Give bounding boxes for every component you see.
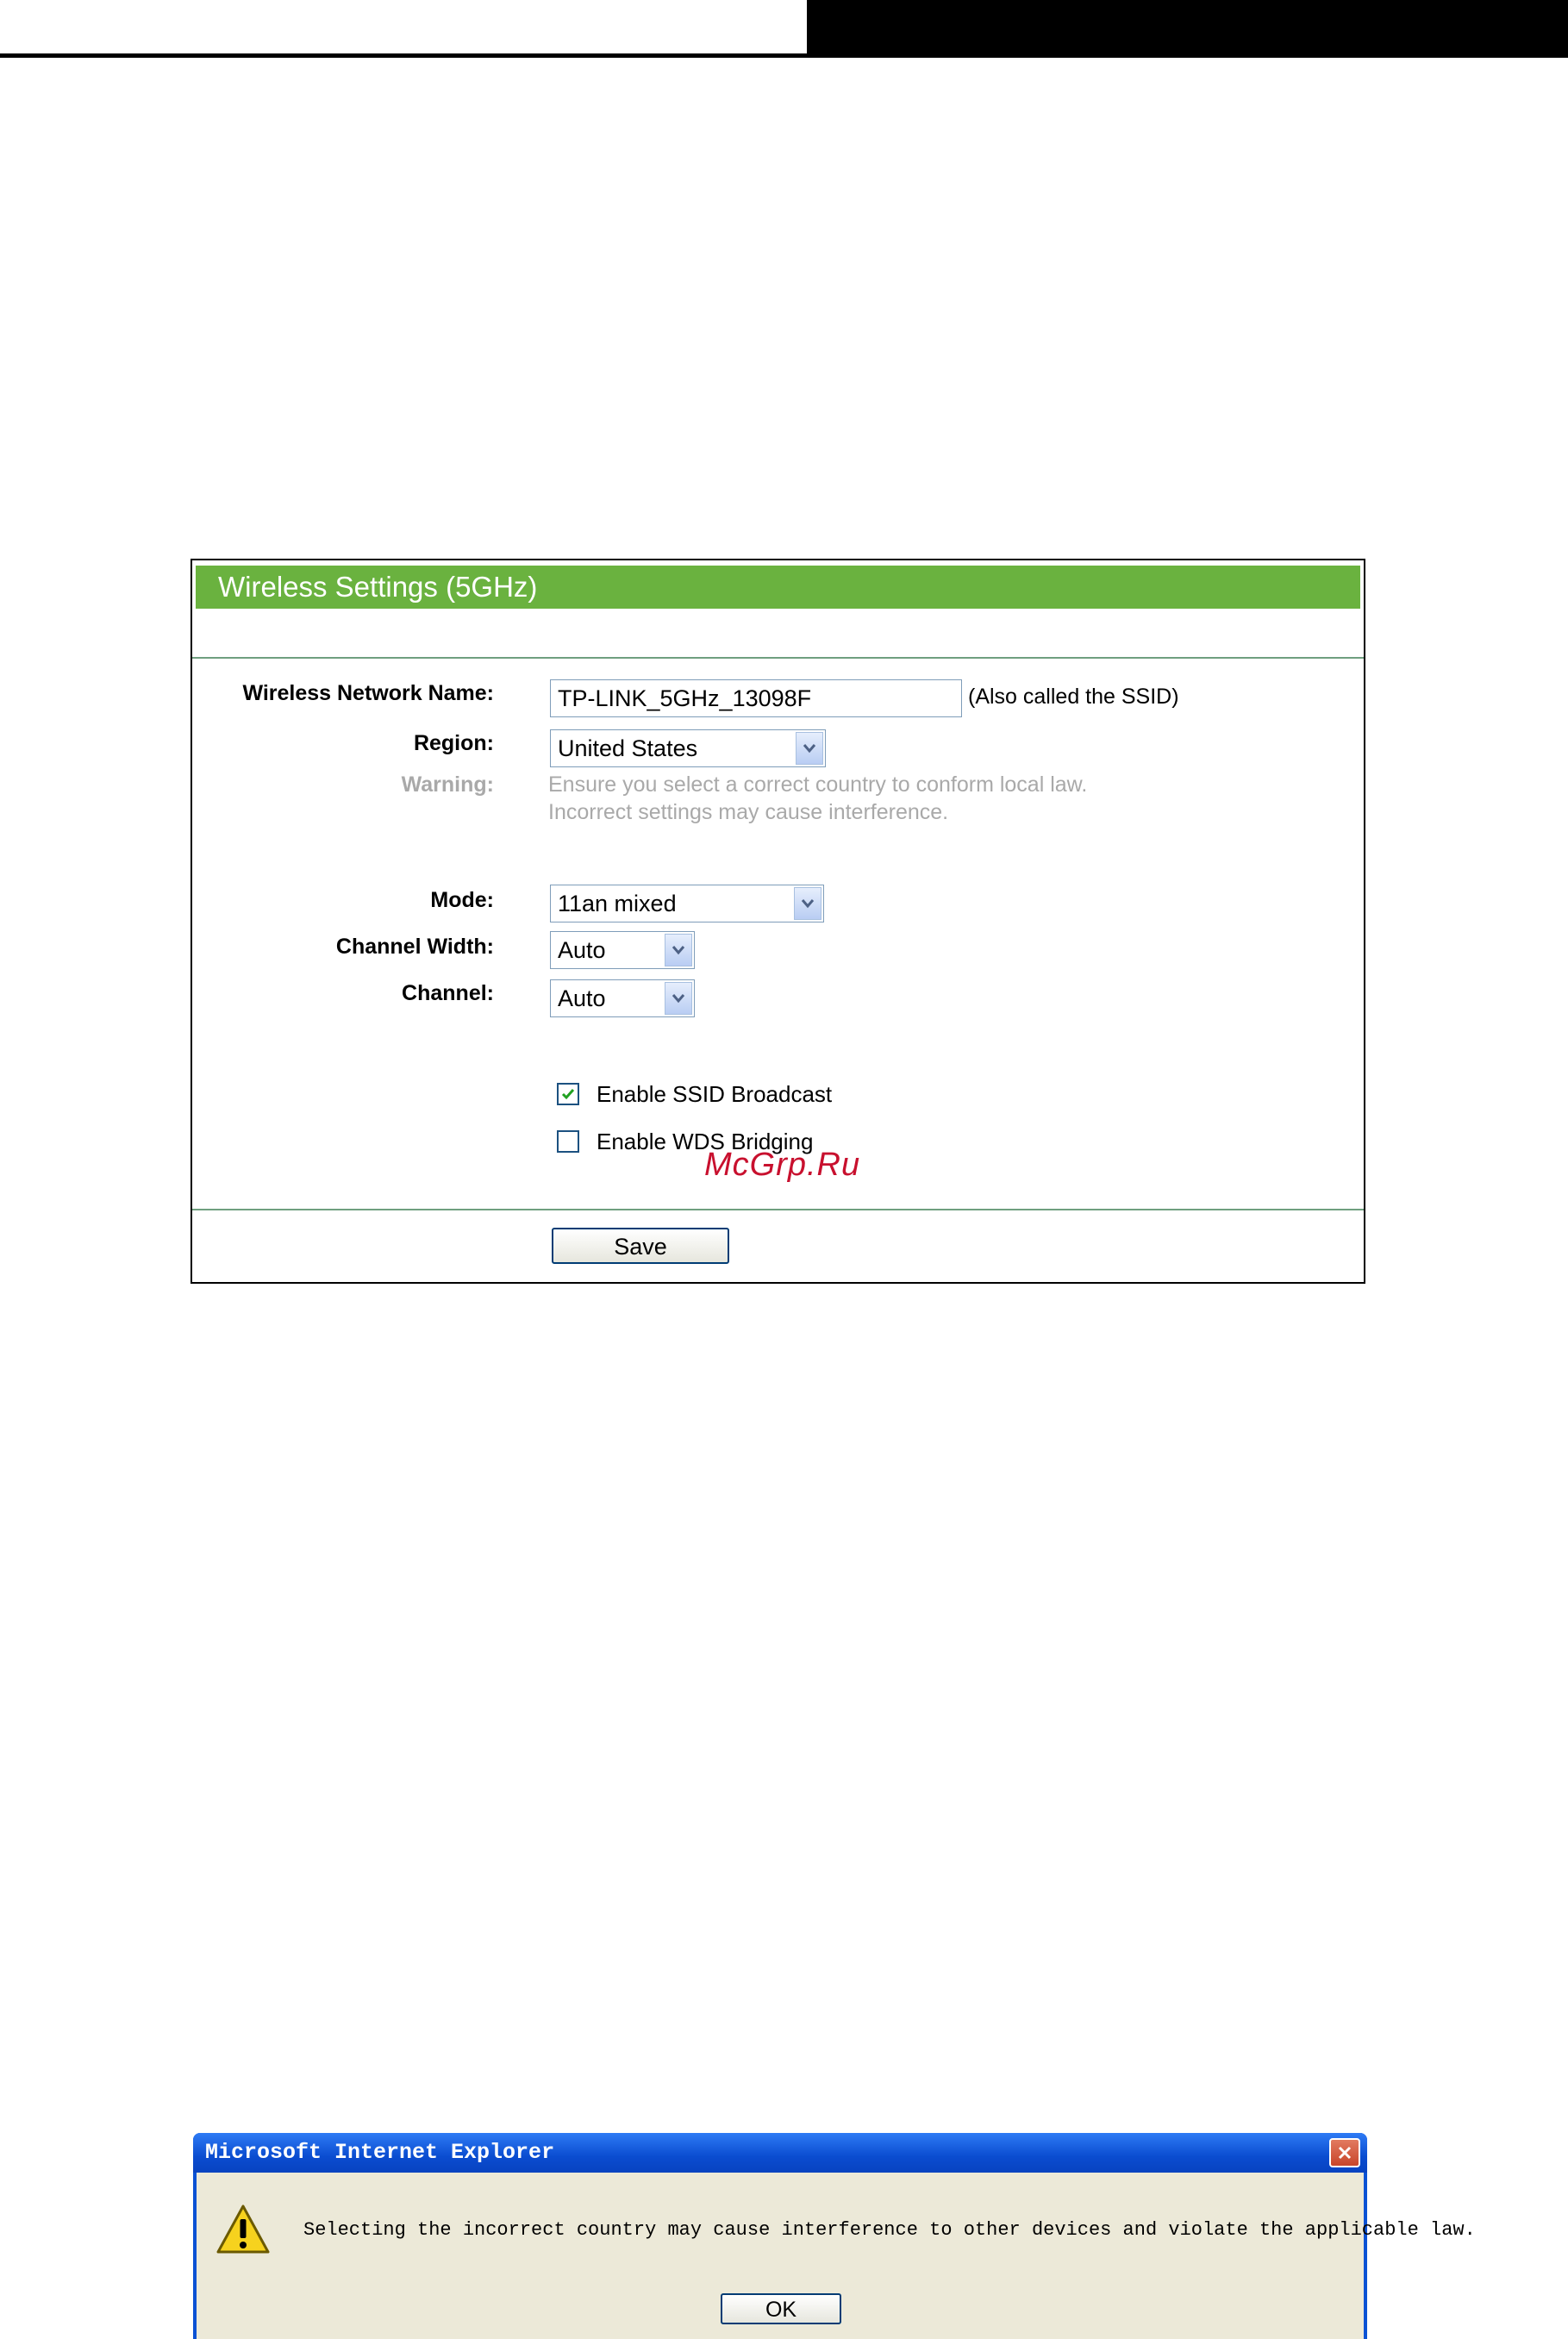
ssid-broadcast-label: Enable SSID Broadcast: [597, 1081, 833, 1107]
channel-label: Channel:: [402, 981, 494, 1005]
channel-select-value: Auto: [558, 985, 606, 1011]
mode-select-value: 11an mixed: [558, 890, 677, 916]
chevron-down-icon[interactable]: [794, 887, 821, 920]
warning-label: Warning:: [401, 772, 494, 797]
document-header-black-bar: [807, 0, 1568, 53]
wds-bridging-checkbox[interactable]: [557, 1130, 579, 1153]
checkmark-icon: [561, 1089, 575, 1100]
region-select-value: United States: [558, 735, 698, 761]
warning-line-2: Incorrect settings may cause interferenc…: [548, 800, 949, 824]
network-name-input[interactable]: [550, 679, 962, 717]
chevron-down-icon[interactable]: [665, 982, 692, 1015]
wireless-settings-panel: Wireless Settings (5GHz) Wireless Networ…: [191, 559, 1365, 1284]
mode-select[interactable]: 11an mixed: [550, 885, 824, 922]
ssid-broadcast-checkbox[interactable]: [557, 1083, 579, 1105]
dialog-title: Microsoft Internet Explorer: [205, 2140, 555, 2165]
region-select[interactable]: United States: [550, 729, 826, 767]
document-header-rule: [0, 53, 1568, 58]
watermark: McGrp.Ru: [704, 1147, 861, 1183]
channel-width-select[interactable]: Auto: [550, 931, 695, 969]
channel-width-label: Channel Width:: [335, 935, 494, 959]
channel-select[interactable]: Auto: [550, 979, 695, 1017]
mode-label: Mode:: [430, 888, 494, 912]
region-label: Region:: [413, 731, 494, 755]
ok-button[interactable]: OK: [721, 2293, 841, 2324]
network-name-label: Wireless Network Name:: [242, 681, 494, 705]
bottom-divider: [192, 1209, 1364, 1210]
warning-line-1: Ensure you select a correct country to c…: [548, 772, 1088, 797]
close-icon[interactable]: [1329, 2138, 1360, 2167]
chevron-down-icon[interactable]: [665, 934, 692, 966]
alert-dialog: Microsoft Internet Explorer Selecting th…: [193, 2133, 1476, 2339]
top-divider: [192, 657, 1364, 659]
dialog-message: Selecting the incorrect country may caus…: [303, 2219, 1476, 2241]
ssid-hint: (Also called the SSID): [968, 685, 1179, 709]
dialog-titlebar[interactable]: Microsoft Internet Explorer: [193, 2133, 1367, 2173]
save-button[interactable]: Save: [552, 1228, 729, 1264]
dialog-body: Selecting the incorrect country may caus…: [197, 2173, 1476, 2339]
channel-width-select-value: Auto: [558, 936, 606, 963]
warning-icon: [216, 2205, 270, 2254]
panel-title: Wireless Settings (5GHz): [196, 566, 1360, 609]
chevron-down-icon[interactable]: [796, 732, 823, 765]
